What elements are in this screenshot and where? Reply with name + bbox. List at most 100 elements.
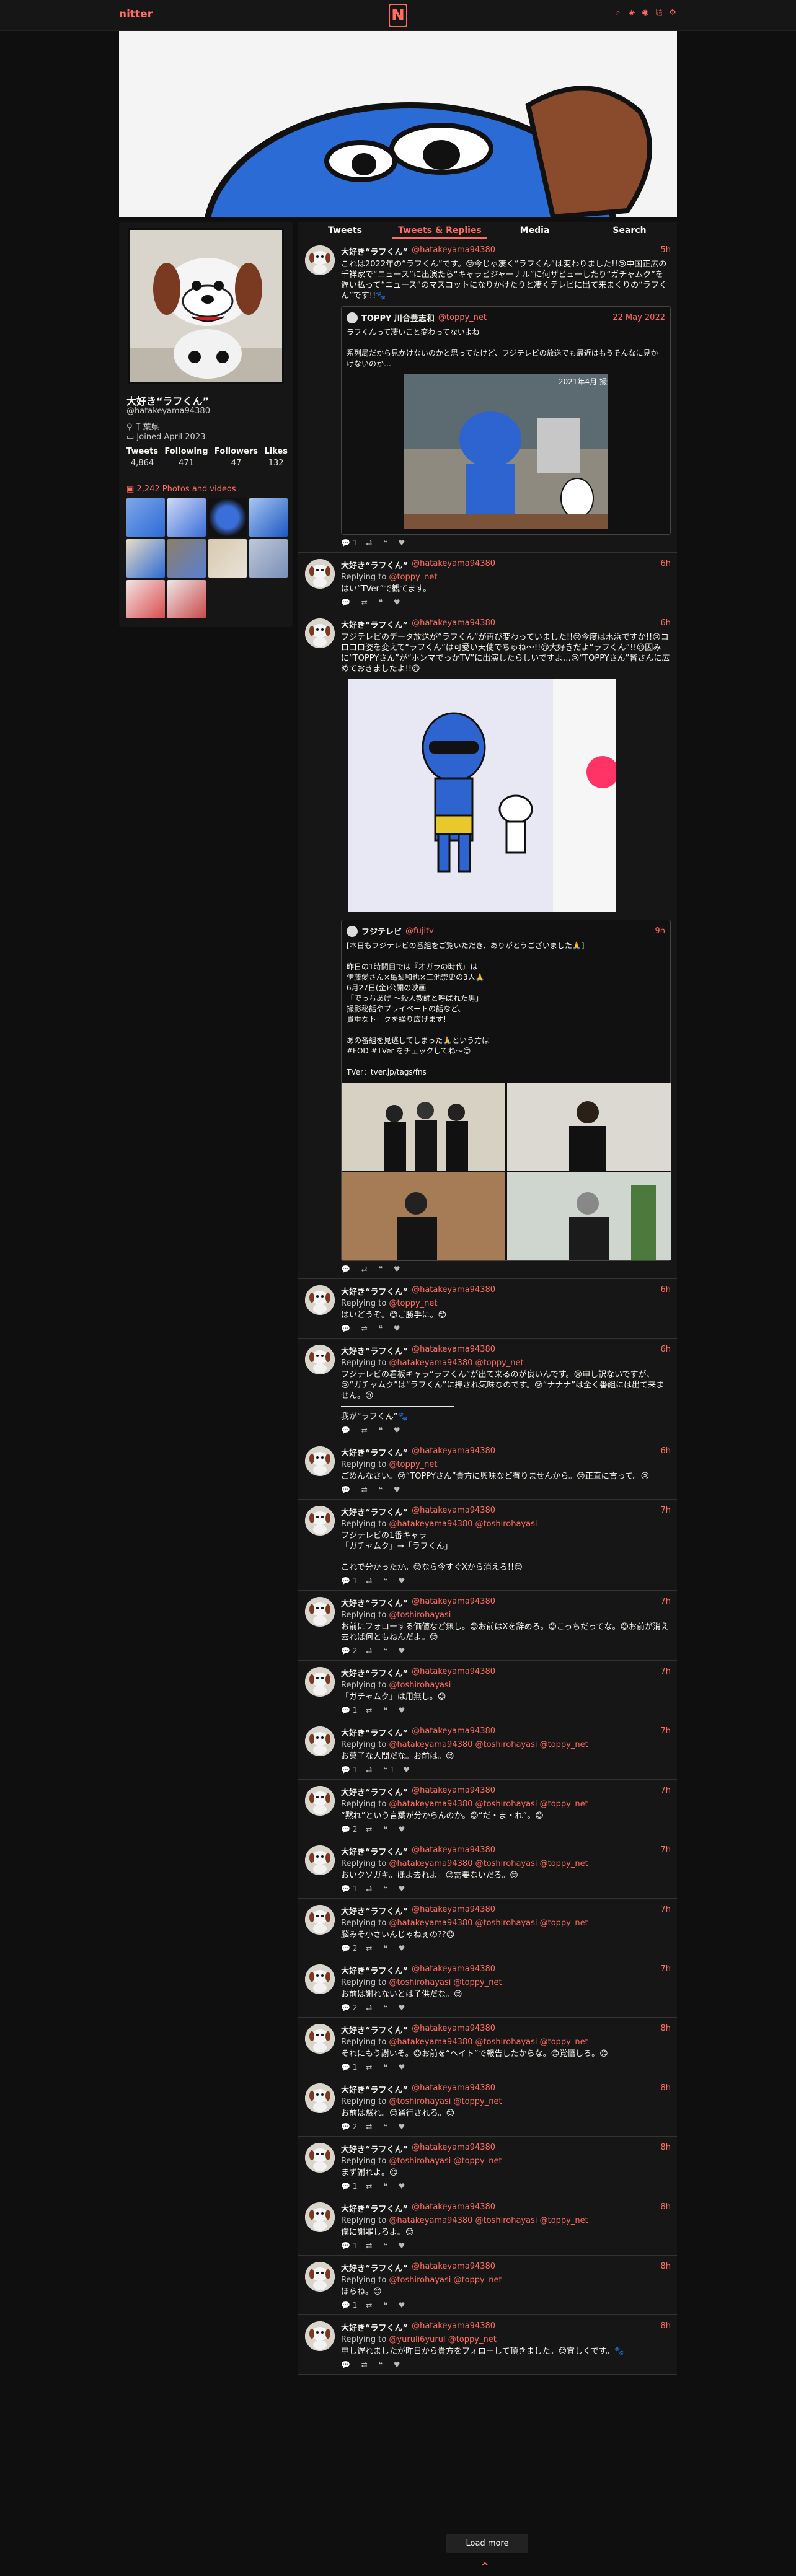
quote-icon[interactable]: ❝: [383, 1944, 389, 1953]
quote-photo[interactable]: [342, 1172, 505, 1260]
tab-tweets-replies[interactable]: Tweets & Replies: [392, 222, 487, 239]
tweet-avatar[interactable]: [305, 2083, 335, 2113]
retweet-icon[interactable]: ⇄: [361, 2360, 370, 2369]
heart-icon[interactable]: ♥: [394, 1265, 403, 1273]
reply-target-link[interactable]: @toshirohayasi: [389, 1611, 451, 1620]
tweet-date[interactable]: 8h: [660, 2024, 671, 2036]
reply-target-link[interactable]: @hatakeyama94380 @toshirohayasi @toppy_n…: [389, 2038, 588, 2047]
tweet[interactable]: 大好き“ラフくん” @hatakeyama94380 8h Replying t…: [298, 2196, 677, 2256]
tweet-image[interactable]: [348, 679, 619, 912]
reply-target-link[interactable]: @toppy_net: [389, 573, 437, 582]
reply-target-link[interactable]: @toshirohayasi @toppy_net: [389, 2097, 502, 2106]
retweet-icon[interactable]: ⇄: [366, 538, 374, 547]
tweet[interactable]: 大好き“ラフくん” @hatakeyama94380 6h フジテレビのデータ放…: [298, 612, 677, 1279]
tweet-author-handle[interactable]: @hatakeyama94380: [412, 1345, 495, 1356]
tweet-date[interactable]: 7h: [660, 1845, 671, 1857]
quote-icon[interactable]: ❝: [383, 2122, 389, 2131]
tweet-avatar[interactable]: [305, 1506, 335, 1536]
tweet[interactable]: 大好き“ラフくん” @hatakeyama94380 8h Replying t…: [298, 2077, 677, 2137]
quote-icon[interactable]: ❝: [383, 2003, 389, 2012]
tweet-author-handle[interactable]: @hatakeyama94380: [412, 1726, 495, 1738]
retweet-icon[interactable]: ⇄: [361, 598, 370, 607]
tweet-author-name[interactable]: 大好き“ラフくん”: [341, 1345, 408, 1356]
tweet[interactable]: 大好き“ラフくん” @hatakeyama94380 5h これは2022年の“…: [298, 239, 677, 553]
tweet[interactable]: 大好き“ラフくん” @hatakeyama94380 8h Replying t…: [298, 2137, 677, 2196]
tweet-author-handle[interactable]: @hatakeyama94380: [412, 1506, 495, 1518]
quote-icon[interactable]: ❝: [379, 598, 385, 607]
tweet[interactable]: 大好き“ラフくん” @hatakeyama94380 7h Replying t…: [298, 1958, 677, 2018]
tweet-date[interactable]: 7h: [660, 1597, 671, 1609]
tab-search[interactable]: Search: [582, 222, 677, 239]
comment-icon[interactable]: 💬: [341, 2360, 353, 2369]
tweet[interactable]: 大好き“ラフくん” @hatakeyama94380 7h Replying t…: [298, 1591, 677, 1661]
heart-icon[interactable]: ♥: [394, 1426, 403, 1435]
tweet-date[interactable]: 5h: [660, 245, 671, 257]
tweet-avatar[interactable]: [305, 1667, 335, 1697]
tweet-avatar[interactable]: [305, 2262, 335, 2292]
tweet-author-name[interactable]: 大好き“ラフくん”: [341, 2024, 408, 2036]
quote-avatar[interactable]: [347, 312, 358, 323]
tweet-author-name[interactable]: 大好き“ラフくん”: [341, 1285, 408, 1297]
tweet-avatar[interactable]: [305, 2321, 335, 2351]
comment-icon[interactable]: 💬 1: [341, 1884, 357, 1893]
tweet-date[interactable]: 8h: [660, 2083, 671, 2095]
tweet[interactable]: 大好き“ラフくん” @hatakeyama94380 8h Replying t…: [298, 2256, 677, 2315]
tweet-avatar[interactable]: [305, 559, 335, 589]
retweet-icon[interactable]: ⇄: [366, 1825, 374, 1834]
tweet-author-name[interactable]: 大好き“ラフくん”: [341, 1597, 408, 1609]
media-thumb[interactable]: [167, 539, 206, 578]
tweet[interactable]: 大好き“ラフくん” @hatakeyama94380 6h Replying t…: [298, 1440, 677, 1500]
quote-author-handle[interactable]: @fujitv: [405, 926, 434, 936]
heart-icon[interactable]: ♥: [399, 2241, 408, 2250]
tweet-author-name[interactable]: 大好き“ラフくん”: [341, 2143, 408, 2155]
tweet-author-handle[interactable]: @hatakeyama94380: [412, 1667, 495, 1679]
tweet-author-handle[interactable]: @hatakeyama94380: [412, 2024, 495, 2036]
tweet-avatar[interactable]: [305, 2024, 335, 2054]
tweet-date[interactable]: 8h: [660, 2143, 671, 2155]
media-thumb[interactable]: [249, 539, 288, 578]
comment-icon[interactable]: 💬 2: [341, 1944, 357, 1953]
tweet[interactable]: 大好き“ラフくん” @hatakeyama94380 7h Replying t…: [298, 1661, 677, 1720]
reply-target-link[interactable]: @yuruli6yurul @toppy_net: [389, 2335, 496, 2344]
tweet-date[interactable]: 7h: [660, 1506, 671, 1518]
tweet[interactable]: 大好き“ラフくん” @hatakeyama94380 7h Replying t…: [298, 1500, 677, 1591]
quote-avatar[interactable]: [347, 925, 358, 937]
retweet-icon[interactable]: ⇄: [366, 1884, 374, 1893]
tweet-date[interactable]: 8h: [660, 2321, 671, 2333]
retweet-icon[interactable]: ⇄: [366, 1765, 374, 1774]
tweet-date[interactable]: 6h: [660, 559, 671, 571]
quoted-tweet[interactable]: TOPPY 川合豊志和 @toppy_net 22 May 2022 ラフくんっ…: [341, 306, 671, 535]
retweet-icon[interactable]: ⇄: [361, 1426, 370, 1435]
quote-icon[interactable]: ❝: [383, 1706, 389, 1715]
media-thumb[interactable]: [126, 580, 165, 618]
tweet-avatar[interactable]: [305, 1905, 335, 1935]
comment-icon[interactable]: 💬: [341, 1426, 353, 1435]
comment-icon[interactable]: 💬 1: [341, 1706, 357, 1715]
heart-icon[interactable]: ♥: [399, 2182, 408, 2191]
tweet-date[interactable]: 7h: [660, 1905, 671, 1917]
reply-target-link[interactable]: @hatakeyama94380 @toshirohayasi @toppy_n…: [389, 1919, 588, 1928]
tweet-author-handle[interactable]: @hatakeyama94380: [412, 2321, 495, 2333]
tweet-avatar[interactable]: [305, 1345, 335, 1374]
link-icon[interactable]: ⎘: [655, 9, 663, 17]
tweet-author-name[interactable]: 大好き“ラフくん”: [341, 1506, 408, 1518]
reply-target-link[interactable]: @toppy_net: [389, 1299, 437, 1308]
media-thumb[interactable]: [126, 498, 165, 537]
scroll-top-icon[interactable]: ⌃: [479, 2561, 490, 2576]
rss-icon-2[interactable]: ◉: [641, 9, 650, 17]
heart-icon[interactable]: ♥: [399, 1706, 408, 1715]
tweet-avatar[interactable]: [305, 1964, 335, 1994]
photos-videos-link[interactable]: ▣ 2,242 Photos and videos: [126, 485, 236, 494]
quote-icon[interactable]: ❝: [379, 2360, 385, 2369]
retweet-icon[interactable]: ⇄: [366, 2241, 374, 2250]
quoted-tweet[interactable]: フジテレビ @fujitv 9h [本日もフジテレビの番組をご覧いただき、ありが…: [341, 920, 671, 1261]
quote-date[interactable]: 9h: [655, 926, 665, 936]
rss-icon[interactable]: ◈: [627, 9, 636, 17]
comment-icon[interactable]: 💬 1: [341, 2241, 357, 2250]
reply-target-link[interactable]: @hatakeyama94380 @toshirohayasi @toppy_n…: [389, 2216, 588, 2225]
quote-icon[interactable]: ❝: [383, 1646, 389, 1655]
quote-icon[interactable]: ❝: [383, 1884, 389, 1893]
reply-target-link[interactable]: @toppy_net: [389, 1460, 437, 1469]
heart-icon[interactable]: ♥: [399, 2003, 408, 2012]
tweet[interactable]: 大好き“ラフくん” @hatakeyama94380 6h Replying t…: [298, 553, 677, 612]
